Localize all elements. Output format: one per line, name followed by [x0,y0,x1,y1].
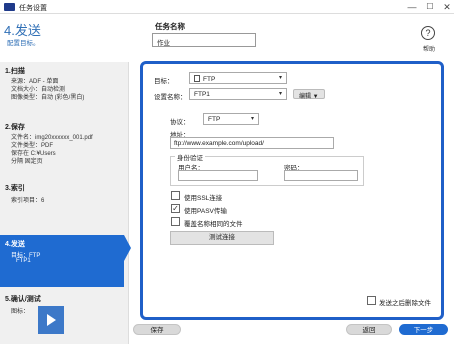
sidebar-item-title: 4.发送 [5,241,25,248]
overwrite-checkbox[interactable] [171,217,180,226]
title-bar: 任务设置 — ☐ ✕ [0,0,454,14]
username-input[interactable] [178,170,258,181]
setting-name-dropdown[interactable]: FTP1 ▾ [189,88,287,100]
sidebar-item-line: FTP1 [16,258,31,264]
use-pasv-checkbox[interactable]: ✓ [171,204,180,213]
app-icon [4,3,15,11]
auth-group: 身份验证 用户名： 密码： [170,152,364,186]
active-step-pointer [124,235,131,261]
back-button[interactable]: 返回 [346,324,392,335]
sidebar-item-line: 图标： [11,309,30,315]
test-connection-button[interactable]: 测试连接 [170,231,274,245]
sidebar-item-title: 3.索引 [5,185,25,192]
sidebar-item-save[interactable]: 2.保存 文件名：img20xxxxxx_001.pdf 文件类型：PDF 保存… [0,118,124,176]
overwrite-label[interactable]: 覆盖名称相同的文件 [184,218,243,228]
use-ssl-checkbox[interactable] [171,191,180,200]
ftp-icon [194,75,200,82]
use-ssl-label[interactable]: 使用SSL连接 [184,192,222,202]
minimize-button[interactable]: — [405,1,419,13]
step-subtitle: 配置目标。 [7,40,40,47]
sidebar-item-line: 索引项目：6 [11,198,45,204]
save-button[interactable]: 保存 [133,324,181,335]
password-input[interactable] [284,170,358,181]
sidebar-item-index[interactable]: 3.索引 索引项目：6 [0,179,124,219]
protocol-value: FTP [208,116,221,123]
sidebar-item-title: 2.保存 [5,124,25,131]
preview-thumbnail[interactable] [38,306,64,334]
delete-after-send-checkbox[interactable] [367,296,376,305]
setting-name-value: FTP1 [194,91,210,98]
window-title: 任务设置 [19,5,47,12]
help-icon[interactable]: ? [421,26,435,40]
delete-after-send-label[interactable]: 发送之后删除文件 [379,297,431,307]
task-name-label: 任务名称 [155,22,185,31]
chevron-down-icon: ▾ [278,91,282,97]
send-settings-panel: 目标： FTP ▾ 设置名称： FTP1 ▾ 编辑 ▼ 协议： FTP ▾ 地址… [140,61,444,320]
setting-name-label: 设置名称： [154,94,187,101]
maximize-button[interactable]: ☐ [423,1,437,13]
use-pasv-label[interactable]: 使用PASV传输 [184,205,227,215]
sidebar-item-title: 5.确认/测试 [5,296,41,303]
sidebar-item-line: 图像类型：自动 (彩色/黑白) [11,95,85,101]
play-icon [47,314,56,326]
edit-button[interactable]: 编辑 ▼ [293,89,325,100]
chevron-down-icon: ▾ [278,75,282,81]
sidebar-item-title: 1.扫描 [5,68,25,75]
protocol-dropdown[interactable]: FTP ▾ [203,113,259,125]
sidebar-item-line: 分隔 固定页 [11,159,43,165]
protocol-label: 协议： [170,119,190,126]
target-label: 目标： [154,78,174,85]
task-name-input[interactable]: 作业 [152,33,256,47]
address-input[interactable]: ftp://www.example.com/upload/ [170,137,334,149]
sidebar-divider [128,62,129,344]
chevron-down-icon: ▾ [250,116,254,122]
auth-group-title: 身份验证 [175,152,205,162]
sidebar-item-scan[interactable]: 1.扫描 来源：ADF - 单面 文档大小：自动检测 图像类型：自动 (彩色/黑… [0,62,124,117]
close-button[interactable]: ✕ [440,1,454,13]
next-button[interactable]: 下一步 [399,324,448,335]
sidebar-item-send[interactable]: 4.发送 目标：FTP FTP1 [0,235,124,287]
target-dropdown[interactable]: FTP ▾ [189,72,287,84]
target-value: FTP [203,76,216,83]
help-label[interactable]: 帮助 [423,44,435,53]
